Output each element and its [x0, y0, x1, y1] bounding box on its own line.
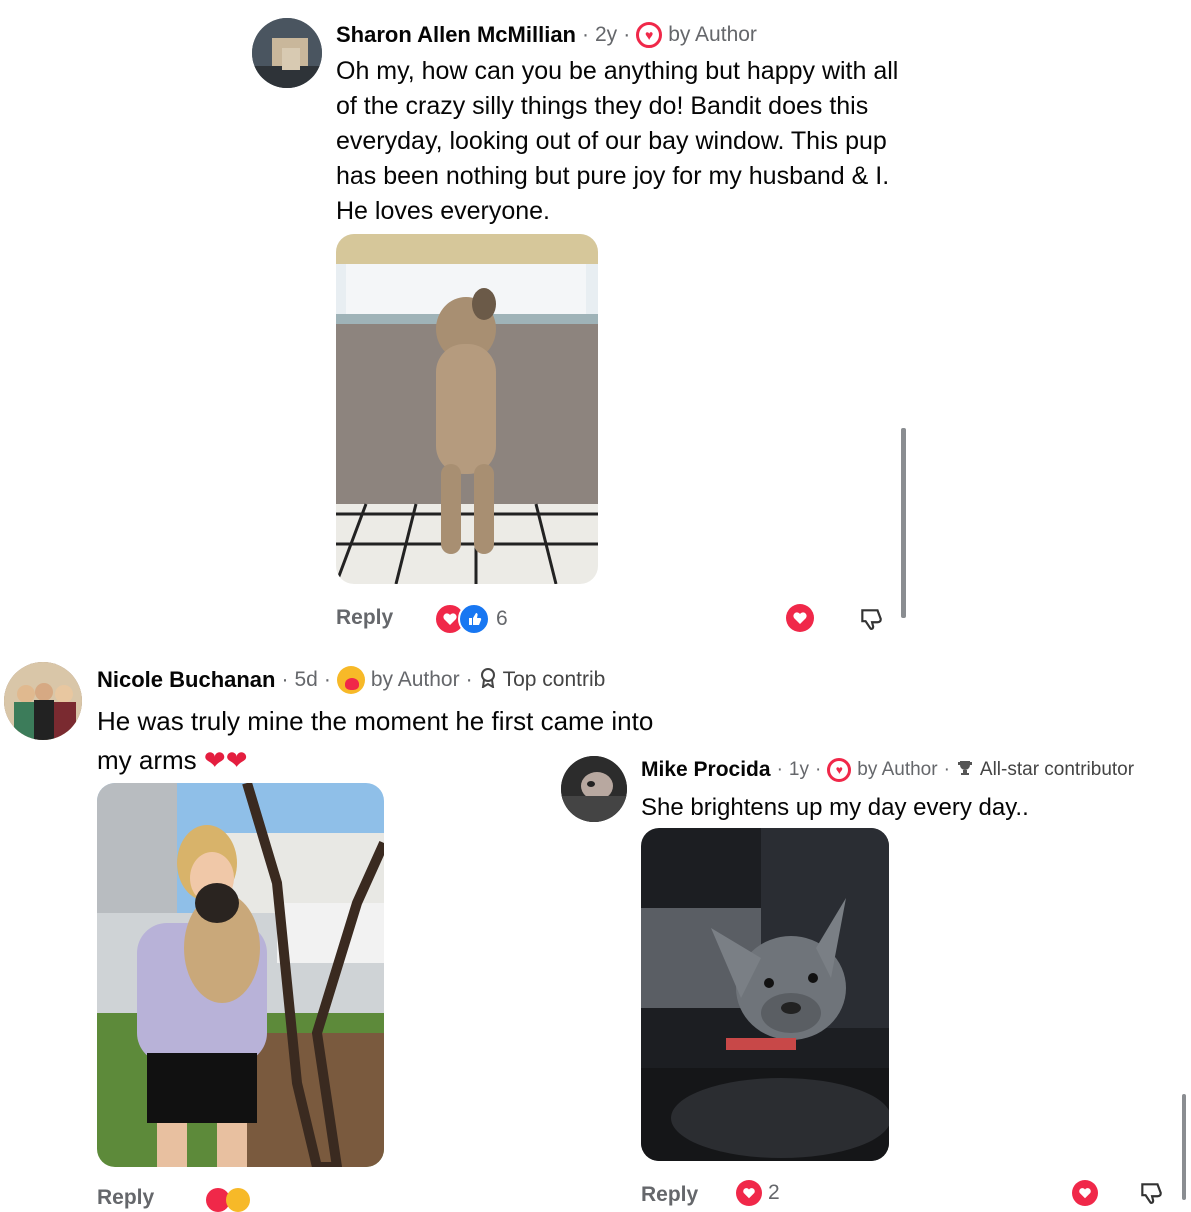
reaction-summary[interactable]: 6 — [434, 603, 508, 635]
commenter-name[interactable]: Nicole Buchanan — [97, 667, 275, 693]
scrollbar[interactable] — [901, 428, 906, 618]
heart-icon: ♥ — [636, 22, 663, 48]
heart-icon — [1072, 1180, 1098, 1206]
heart-icon — [736, 1180, 762, 1206]
reaction-summary[interactable]: 2 — [736, 1180, 780, 1206]
comment-photo-french-bulldog[interactable] — [641, 828, 889, 1161]
avatar-sharon[interactable] — [252, 18, 322, 88]
thumbs-up-icon — [458, 603, 490, 635]
reaction-count: 6 — [496, 607, 508, 630]
heart-react-button[interactable] — [1072, 1180, 1098, 1206]
comment-photo-dog-window[interactable] — [336, 234, 598, 584]
heart-emoji-icon: ❤ — [225, 745, 248, 775]
heart-icon — [786, 604, 814, 632]
top-contributor-badge: All-star contributor — [979, 759, 1135, 780]
thumbs-down-icon[interactable] — [858, 606, 884, 637]
reply-button-partial[interactable]: Reply — [97, 1186, 154, 1210]
top-contributor-badge: Top contrib — [502, 668, 606, 691]
author-badge: by Author — [857, 759, 938, 780]
avatar-mike[interactable] — [561, 756, 627, 822]
commenter-name[interactable]: Mike Procida — [641, 758, 771, 782]
reply-button[interactable]: Reply — [641, 1183, 698, 1207]
comment-time: 2y — [595, 23, 618, 46]
award-icon — [479, 667, 497, 693]
trophy-icon — [956, 759, 974, 782]
comment-time: 5d — [294, 668, 318, 691]
haha-emoji-icon — [226, 1188, 250, 1212]
care-emoji-icon — [336, 666, 365, 694]
commenter-name[interactable]: Sharon Allen McMillian — [336, 22, 576, 48]
author-badge: by Author — [370, 668, 460, 691]
heart-icon: ♥ — [827, 758, 852, 782]
comment-text: She brightens up my day every day.. — [641, 794, 1029, 821]
heart-react-button[interactable] — [786, 604, 814, 632]
scrollbar[interactable] — [1182, 1094, 1186, 1200]
comment-photo-girl-with-dog[interactable] — [97, 783, 384, 1167]
comment-time: 1y — [788, 759, 809, 780]
heart-emoji-icon: ❤ — [203, 745, 226, 775]
comment-text: Oh my, how can you be anything but happy… — [336, 57, 899, 225]
author-badge: by Author — [668, 23, 757, 46]
thumbs-down-icon[interactable] — [1138, 1180, 1164, 1211]
reaction-count: 2 — [768, 1181, 780, 1204]
reply-button[interactable]: Reply — [336, 606, 393, 630]
avatar-nicole[interactable] — [4, 662, 82, 740]
